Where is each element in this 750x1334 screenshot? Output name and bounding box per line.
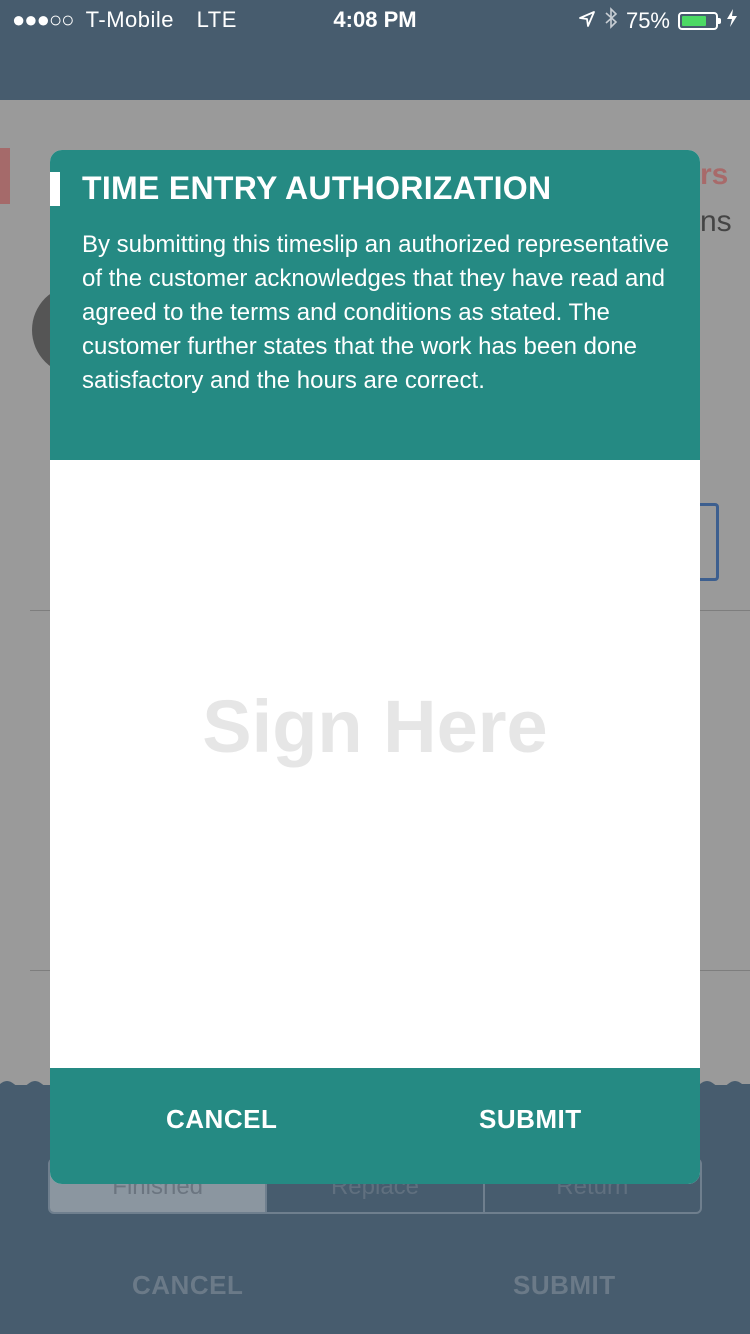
bluetooth-icon bbox=[604, 7, 618, 35]
location-arrow-icon bbox=[578, 8, 596, 34]
dialog-message: By submitting this timeslip an authorize… bbox=[82, 231, 669, 394]
background-accent-mark bbox=[0, 148, 10, 204]
background-submit-button: SUBMIT bbox=[513, 1270, 616, 1300]
background-subtitle-fragment: ns bbox=[700, 205, 732, 238]
dialog-header: TIME ENTRY AUTHORIZATION By submitting t… bbox=[50, 150, 700, 460]
navigation-bar bbox=[0, 40, 750, 100]
background-cancel-button: CANCEL bbox=[132, 1270, 244, 1300]
signature-pad[interactable]: Sign Here bbox=[50, 460, 700, 1068]
submit-button[interactable]: SUBMIT bbox=[479, 1104, 582, 1135]
cancel-button[interactable]: CANCEL bbox=[166, 1104, 277, 1135]
battery-icon bbox=[678, 12, 721, 30]
charging-bolt-icon bbox=[726, 8, 738, 34]
status-right: 75% bbox=[578, 7, 738, 35]
status-bar: ●●●○○ T-Mobile LTE 4:08 PM 75% bbox=[0, 0, 750, 40]
battery-percent: 75% bbox=[625, 8, 670, 33]
signature-placeholder: Sign Here bbox=[202, 685, 548, 768]
dialog-footer: CANCEL SUBMIT bbox=[50, 1068, 700, 1184]
background-title-fragment: rs bbox=[700, 158, 729, 191]
dialog-title: TIME ENTRY AUTHORIZATION bbox=[82, 170, 552, 206]
title-accent-bar bbox=[50, 172, 60, 206]
authorization-dialog: TIME ENTRY AUTHORIZATION By submitting t… bbox=[50, 150, 700, 1184]
